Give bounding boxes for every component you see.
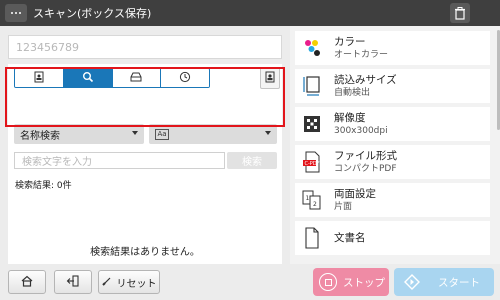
title-bar: スキャン(ボックス保存)	[0, 0, 500, 26]
start-button[interactable]: スタート	[394, 268, 494, 296]
tab-user-box[interactable]	[15, 69, 64, 87]
box-search-pane: 123456789 名称検索 Aa 検索文字を入力 検索 検索結果: 0件 検索…	[0, 26, 290, 280]
box-select-button[interactable]	[260, 67, 280, 89]
setting-label: カラー	[334, 35, 366, 48]
pdf-file-icon: C-PDF	[300, 150, 324, 174]
setting-file-format[interactable]: C-PDF ファイル形式 コンパクトPDF	[295, 145, 490, 179]
setting-label: 解像度	[334, 111, 366, 124]
box-tabs	[14, 68, 210, 88]
no-result-message: 検索結果はありません。	[90, 247, 200, 258]
footer-bar: リセット ストップ スタート	[0, 264, 500, 300]
color-dots-icon	[300, 36, 324, 60]
charset-aa-icon: Aa	[155, 128, 169, 140]
tab-tray[interactable]	[112, 69, 162, 87]
user-box-icon	[264, 70, 276, 87]
home-icon	[20, 274, 34, 291]
tray-icon	[129, 71, 143, 86]
setting-resolution[interactable]: 解像度 300x300dpi	[295, 107, 490, 141]
stop-icon	[319, 273, 337, 291]
setting-label: 両面設定	[334, 187, 376, 200]
chevron-down-icon	[132, 131, 138, 135]
svg-text:C-PDF: C-PDF	[305, 161, 320, 167]
setting-label: ファイル形式	[334, 149, 397, 162]
start-icon	[404, 274, 420, 290]
search-icon	[82, 71, 94, 86]
setting-color[interactable]: カラー オートカラー	[295, 31, 490, 65]
reset-button[interactable]: リセット	[98, 270, 160, 294]
document-icon	[300, 226, 324, 250]
svg-text:2: 2	[313, 201, 317, 208]
setting-label: 文書名	[334, 231, 366, 244]
resolution-icon	[300, 112, 324, 136]
setting-value: 自動検出	[334, 87, 371, 98]
logout-button[interactable]	[54, 270, 92, 294]
stop-label: ストップ	[343, 276, 385, 289]
start-label: スタート	[438, 276, 480, 289]
setting-value: コンパクトPDF	[334, 163, 397, 174]
keyword-search-input[interactable]: 検索文字を入力	[14, 152, 225, 169]
setting-duplex[interactable]: 12 両面設定 片面	[295, 183, 490, 217]
page-title: スキャン(ボックス保存)	[33, 7, 152, 20]
user-box-icon	[33, 71, 45, 86]
tab-search[interactable]	[63, 69, 113, 87]
chevron-down-icon	[265, 131, 271, 135]
result-count: 検索結果: 0件	[15, 181, 72, 191]
setting-label: 読込みサイズ	[334, 73, 397, 86]
scan-size-icon	[300, 74, 324, 98]
reset-label: リセット	[116, 278, 157, 290]
setting-document-name[interactable]: 文書名	[295, 221, 490, 255]
search-type-value: 名称検索	[20, 130, 60, 142]
setting-scan-size[interactable]: 読込みサイズ 自動検出	[295, 69, 490, 103]
settings-pane: カラー オートカラー 読込みサイズ 自動検出 解像度 300x300dpi C-…	[290, 26, 500, 264]
setting-value: オートカラー	[334, 49, 389, 60]
search-button[interactable]: 検索	[227, 152, 277, 169]
stop-button[interactable]: ストップ	[313, 268, 389, 296]
search-type-select[interactable]: 名称検索	[14, 124, 144, 144]
trash-box-icon[interactable]	[450, 3, 470, 23]
reset-icon	[101, 276, 112, 289]
ellipsis-icon[interactable]	[5, 4, 27, 22]
setting-value: 300x300dpi	[334, 125, 388, 136]
logout-icon	[66, 274, 80, 291]
duplex-icon: 12	[300, 188, 324, 212]
clock-icon	[179, 71, 191, 86]
charset-select[interactable]: Aa	[149, 124, 277, 144]
setting-value: 片面	[334, 201, 353, 212]
home-button[interactable]	[8, 270, 46, 294]
svg-text:1: 1	[306, 195, 310, 202]
box-number-field[interactable]: 123456789	[8, 35, 282, 59]
tab-history[interactable]	[161, 69, 209, 87]
